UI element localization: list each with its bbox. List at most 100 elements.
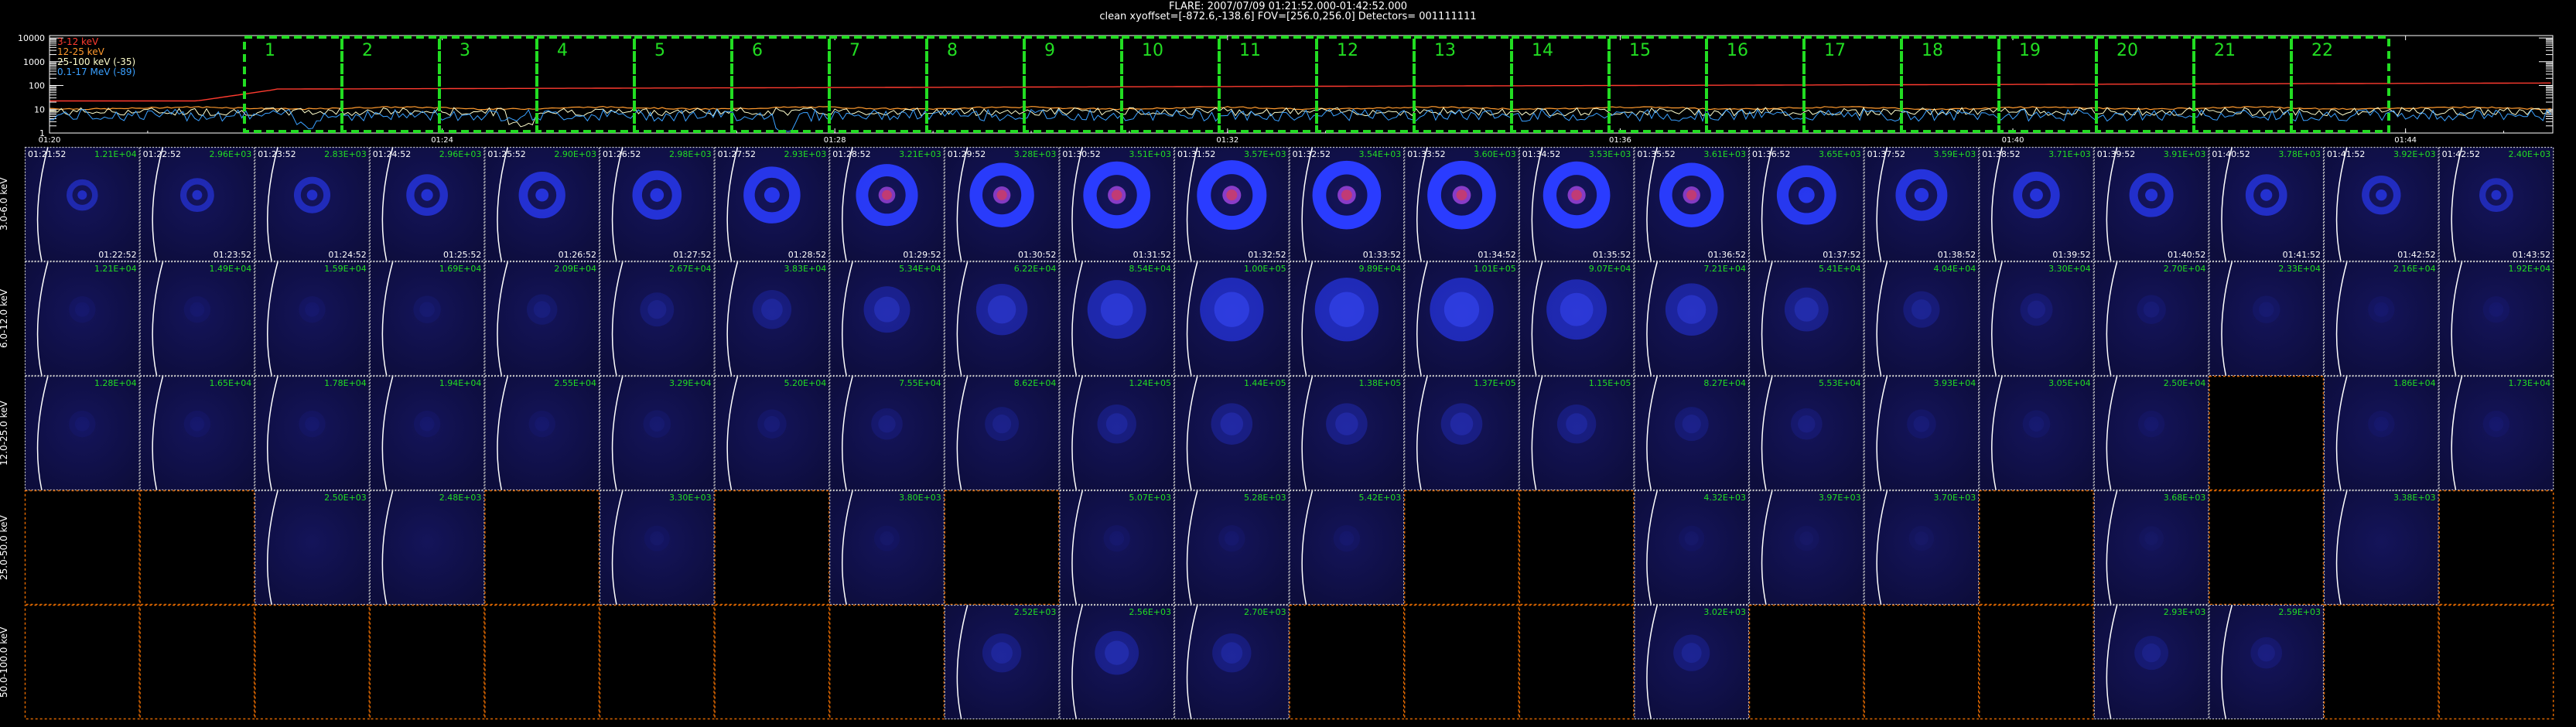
cell-background	[369, 147, 485, 261]
peak-flux-label: 2.96E+03	[210, 149, 252, 159]
source-blob-core	[74, 416, 90, 432]
image-cell: 3.29E+04	[599, 375, 715, 491]
peak-flux-label: 2.48E+03	[439, 493, 482, 503]
image-cell: 1.65E+04	[139, 375, 255, 491]
peak-flux-label: 3.02E+03	[1703, 607, 1746, 617]
image-cell: 2.56E+03	[1059, 604, 1175, 720]
image-cell: 3.54E+03 01:32:52 01:33:52	[1289, 146, 1405, 262]
source-blob-core	[1220, 412, 1244, 435]
source-blob-core	[1224, 531, 1239, 546]
source-core	[2376, 189, 2387, 201]
image-cell	[2438, 490, 2554, 606]
peak-flux-label: 3.30E+04	[2048, 264, 2091, 274]
image-cell: 2.50E+04	[2093, 375, 2209, 491]
image-cell: 1.28E+04	[24, 375, 140, 491]
image-cell	[828, 604, 945, 720]
cell-background	[255, 605, 370, 719]
image-cell	[2438, 604, 2554, 720]
source-blob-core	[1681, 643, 1702, 664]
image-cell: 1.37E+05	[1404, 375, 1519, 491]
image-cell: 1.92E+04	[2438, 261, 2554, 377]
source-blob-core	[992, 415, 1012, 434]
image-cell	[24, 490, 140, 606]
time-start-label: 01:34:52	[1522, 149, 1560, 159]
source-blob-core	[1677, 295, 1707, 324]
image-cell: 2.55E+04	[484, 375, 600, 491]
peak-flux-label: 3.92E+03	[2393, 149, 2436, 159]
source-blob-core	[2028, 416, 2045, 432]
source-blob-core	[1105, 413, 1128, 435]
time-end-label: 01:42:52	[2397, 250, 2435, 260]
peak-flux-label: 3.70E+03	[1934, 493, 1976, 503]
source-blob-core	[1560, 292, 1594, 326]
image-cell: 3.80E+03	[829, 490, 945, 606]
source-blob-core	[647, 300, 667, 319]
cell-background	[944, 490, 1060, 605]
source-blob-core	[650, 531, 664, 546]
image-cell: 5.28E+03	[1174, 490, 1290, 606]
peak-flux-label: 5.20E+04	[784, 378, 827, 388]
peak-flux-label: 5.34E+04	[899, 264, 941, 274]
time-end-label: 01:29:52	[903, 250, 941, 260]
source-core	[421, 189, 433, 201]
time-end-label: 01:32:52	[1248, 250, 1286, 260]
image-cell: 5.41E+04	[1748, 261, 1864, 377]
peak-flux-label: 2.52E+03	[1014, 607, 1057, 617]
source-blob-core	[419, 302, 435, 317]
peak-flux-label: 3.51E+03	[1129, 149, 1171, 159]
peak-flux-label: 3.93E+04	[1934, 378, 1976, 388]
cell-background	[139, 605, 255, 719]
energy-band-label: 3.0-6.0 keV	[0, 177, 9, 231]
cell-background	[139, 147, 255, 261]
image-cell	[599, 604, 715, 720]
peak-flux-label: 5.53E+04	[1819, 378, 1861, 388]
cell-background	[2438, 605, 2554, 719]
image-cell: 2.83E+03 01:23:52 01:24:52	[255, 146, 370, 262]
source-blob-core	[2373, 302, 2389, 317]
peak-flux-label: 1.15E+05	[1589, 378, 1631, 388]
time-end-label: 01:38:52	[1938, 250, 1976, 260]
peak-flux-label: 1.49E+04	[210, 264, 252, 274]
source-blob-core	[764, 415, 781, 432]
source-blob-core	[1799, 531, 1814, 546]
cell-background	[2209, 376, 2324, 490]
source-blob-core	[1105, 640, 1129, 665]
time-start-label: 01:38:52	[1982, 149, 2020, 159]
source-blob-core	[2144, 531, 2158, 545]
cell-background	[2438, 147, 2554, 261]
image-cell: 3.28E+03 01:29:52 01:30:52	[944, 146, 1060, 262]
image-cell: 6.22E+04	[944, 261, 1060, 377]
time-start-label: 01:26:52	[603, 149, 641, 159]
peak-flux-label: 6.22E+04	[1014, 264, 1057, 274]
peak-flux-label: 7.55E+04	[899, 378, 941, 388]
peak-flux-label: 1.73E+04	[2509, 378, 2551, 388]
image-cell: 5.07E+03	[1059, 490, 1175, 606]
image-cell: 1.49E+04	[139, 261, 255, 377]
source-blob-core	[1109, 531, 1125, 546]
image-cell: 3.30E+03	[599, 490, 715, 606]
peak-flux-label: 2.56E+03	[1129, 607, 1171, 617]
peak-flux-label: 3.28E+03	[1014, 149, 1057, 159]
peak-flux-label: 3.97E+03	[1819, 493, 1861, 503]
peak-flux-label: 2.40E+03	[2509, 149, 2551, 159]
cell-background	[1749, 147, 1864, 261]
time-start-label: 01:42:52	[2442, 149, 2480, 159]
image-cell: 2.90E+03 01:25:52 01:26:52	[484, 146, 600, 262]
peak-flux-label: 1.44E+05	[1244, 378, 1286, 388]
peak-flux-label: 2.96E+03	[439, 149, 482, 159]
image-cell: 3.61E+03 01:35:52 01:36:52	[1634, 146, 1750, 262]
source-core	[1914, 187, 1929, 203]
image-cell: 3.51E+03 01:30:52 01:31:52	[1059, 146, 1175, 262]
peak-flux-label: 2.98E+03	[669, 149, 712, 159]
image-cell	[1403, 490, 1520, 606]
source-core	[2491, 189, 2502, 200]
image-cell: 1.94E+04	[369, 375, 485, 491]
image-cell: 1.01E+05	[1404, 261, 1519, 377]
image-cell: 1.59E+04	[255, 261, 370, 377]
peak-flux-label: 3.53E+03	[1589, 149, 1631, 159]
cell-background	[255, 147, 370, 261]
image-cell: 2.50E+03	[255, 490, 370, 606]
peak-flux-label: 1.65E+04	[210, 378, 252, 388]
peak-flux-label: 4.32E+03	[1703, 493, 1746, 503]
peak-flux-label: 9.07E+04	[1589, 264, 1631, 274]
